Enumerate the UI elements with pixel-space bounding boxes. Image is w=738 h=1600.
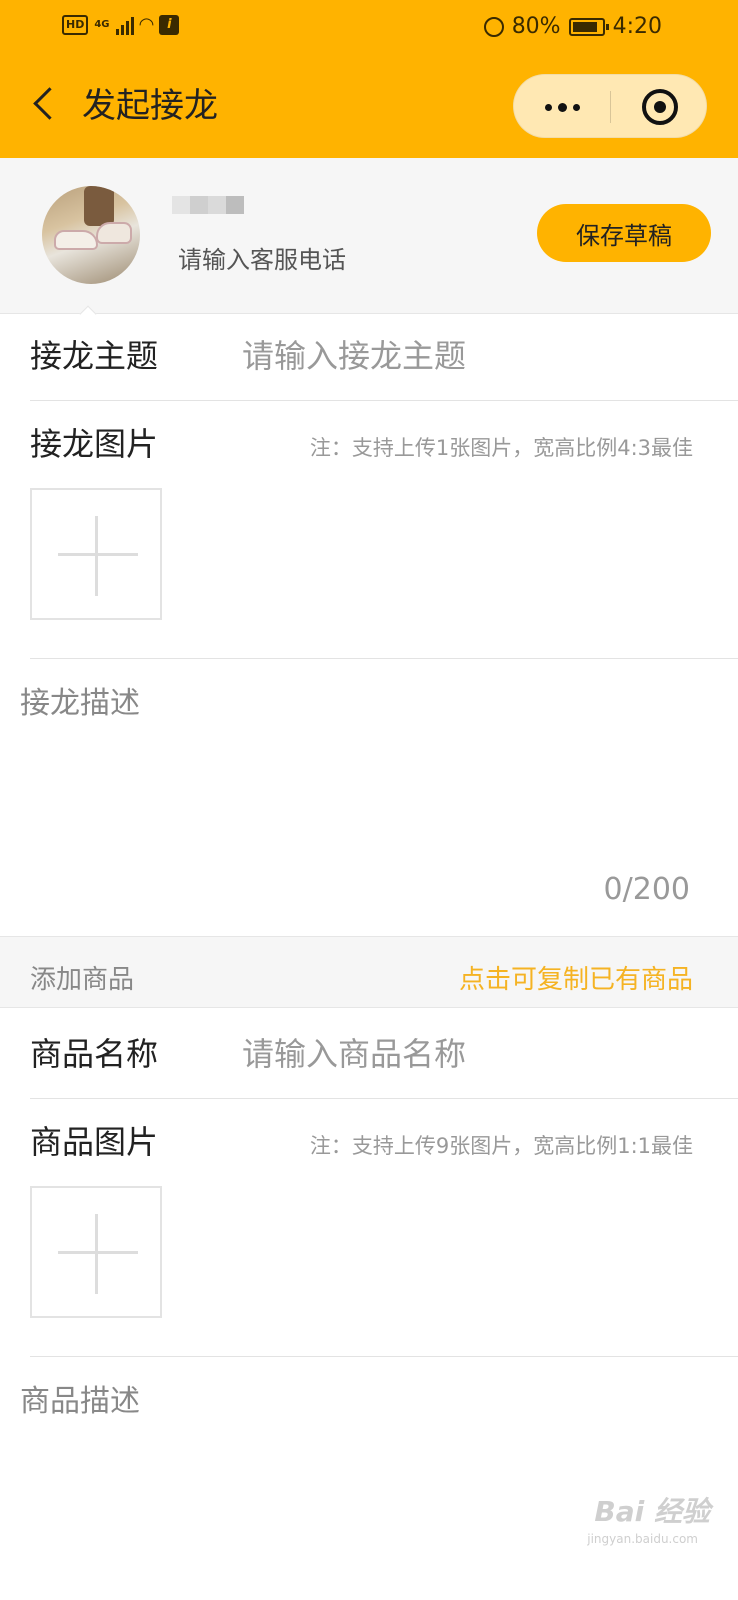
status-bar: HD 4G ◠ i 80% 4:20 [0, 0, 738, 58]
profile-block: 请输入客服电话 保存草稿 [0, 158, 738, 323]
back-chevron-icon[interactable] [28, 84, 58, 128]
page-title: 发起接龙 [82, 86, 218, 126]
avatar[interactable] [42, 186, 140, 284]
save-draft-button[interactable]: 保存草稿 [537, 204, 711, 262]
target-icon[interactable] [642, 89, 678, 125]
divider [30, 400, 738, 401]
product-description-input[interactable] [20, 1376, 710, 1496]
alarm-icon [483, 16, 504, 37]
add-product-section: 添加商品 点击可复制已有商品 [0, 936, 738, 1008]
topic-image-note: 注：支持上传1张图片，宽高比例4:3最佳 [309, 436, 693, 460]
avatar-art-leg [84, 186, 114, 226]
avatar-art-shoe [96, 222, 132, 244]
miniprogram-capsule [513, 74, 707, 138]
wifi-icon: ◠ [139, 14, 154, 35]
product-image-note: 注：支持上传9张图片，宽高比例1:1最佳 [309, 1134, 693, 1158]
hd-indicator: HD [62, 14, 89, 35]
info-icon: i [159, 14, 180, 35]
topic-image-upload-button[interactable] [30, 488, 162, 620]
product-image-upload-button[interactable] [30, 1186, 162, 1318]
more-dots-icon[interactable] [514, 75, 610, 139]
product-name-label: 商品名称 [30, 1035, 159, 1073]
avatar-art-shoe [54, 230, 98, 250]
product-image-label: 商品图片 [30, 1123, 159, 1161]
signal-icon [115, 15, 134, 35]
service-phone-field[interactable]: 请输入客服电话 [178, 240, 346, 275]
topic-label: 接龙主题 [30, 337, 159, 375]
status-time: 4:20 [612, 14, 662, 39]
status-right: 80% 4:20 [483, 14, 662, 39]
blurred-username [172, 196, 244, 214]
divider [30, 1098, 738, 1099]
baidu-watermark: Bai 经验 [594, 1495, 710, 1528]
capsule-divider [610, 91, 611, 123]
profile-notch [79, 305, 97, 323]
add-product-title: 添加商品 [30, 965, 135, 995]
divider [30, 658, 738, 659]
header-bar: HD 4G ◠ i 80% 4:20 发起接龙 [0, 0, 738, 158]
divider [30, 1356, 738, 1357]
topic-description-input[interactable] [20, 678, 710, 878]
status-left: HD 4G ◠ i [62, 14, 180, 35]
battery-percent: 80% [511, 14, 561, 39]
product-name-input[interactable] [242, 1034, 682, 1074]
description-char-counter: 0/200 [603, 872, 690, 907]
baidu-watermark-url: jingyan.baidu.com [587, 1532, 698, 1546]
network-type: 4G [94, 19, 110, 30]
battery-icon [568, 17, 609, 36]
copy-existing-product-link[interactable]: 点击可复制已有商品 [459, 959, 693, 996]
topic-input[interactable] [242, 336, 682, 376]
topic-image-label: 接龙图片 [30, 425, 159, 463]
